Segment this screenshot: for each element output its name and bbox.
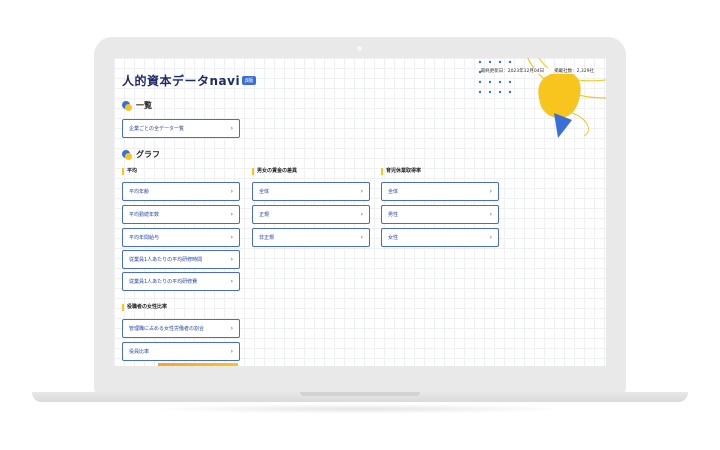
chevron-right-icon: › (360, 188, 363, 195)
circle-dots-icon (122, 100, 132, 111)
screen: 人的資本データnavi β版 最終更新日：2023年12月04日 掲載社数：2,… (114, 58, 606, 366)
avg-training-hours-button[interactable]: 従業員1人あたりの平均研修時間 › (122, 250, 240, 269)
button-label: 平均年間給与 (129, 235, 160, 241)
chevron-right-icon: › (360, 234, 363, 241)
button-label: 女性 (388, 235, 399, 241)
last-updated: 最終更新日：2023年12月04日 (480, 69, 545, 74)
section-list-label: 一覧 (136, 101, 152, 110)
laptop-mockup: 人的資本データnavi β版 最終更新日：2023年12月04日 掲載社数：2,… (0, 0, 720, 450)
button-label: 役員比率 (129, 349, 150, 355)
column-head-average: 平均 (122, 168, 137, 175)
leave-male-button[interactable]: 男性 › (381, 205, 499, 224)
update-meta: 最終更新日：2023年12月04日 掲載社数：2,329社 (480, 68, 594, 74)
wage-regular-button[interactable]: 正規 › (252, 205, 370, 224)
female-officer-ratio-button[interactable]: 役員比率 › (122, 342, 240, 361)
logo-text: 人的資本データnavi (122, 73, 241, 88)
circle-dots-icon (122, 149, 132, 160)
avg-training-cost-button[interactable]: 従業員1人あたりの平均研修費 › (122, 272, 240, 291)
chevron-right-icon: › (230, 234, 233, 241)
camera-dot (357, 46, 362, 51)
button-label: 平均年齢 (129, 189, 150, 195)
button-label: 非正規 (259, 235, 275, 241)
avg-tenure-button[interactable]: 平均勤続年数 › (122, 205, 240, 224)
laptop-notch (300, 392, 420, 396)
column-head-childcare-leave: 育児休業取得率 (381, 168, 421, 175)
chevron-right-icon: › (489, 188, 492, 195)
chevron-right-icon: › (230, 256, 233, 263)
section-list-title: 一覧 (122, 100, 152, 111)
section-graph-label: グラフ (136, 150, 160, 159)
button-label: 管理職に占める女性労働者の割合 (129, 326, 205, 332)
all-data-list-button[interactable]: 企業ごとの全データ一覧 › (122, 119, 240, 138)
footer-accent-bar (158, 363, 238, 366)
avg-salary-button[interactable]: 平均年間給与 › (122, 228, 240, 247)
column-head-wage-gap: 男女の賃金の差異 (252, 168, 297, 175)
chevron-right-icon: › (230, 188, 233, 195)
avg-age-button[interactable]: 平均年齢 › (122, 182, 240, 201)
listed-company-count: 掲載社数：2,329社 (554, 69, 594, 74)
button-label: 平均勤続年数 (129, 212, 160, 218)
button-label: 全体 (259, 189, 270, 195)
leave-female-button[interactable]: 女性 › (381, 228, 499, 247)
chevron-right-icon: › (230, 125, 233, 132)
laptop-shadow (150, 404, 570, 414)
chevron-right-icon: › (230, 348, 233, 355)
button-label: 男性 (388, 212, 399, 218)
chevron-right-icon: › (230, 325, 233, 332)
column-head-female-ratio: 役職者の女性比率 (122, 304, 167, 311)
beta-badge: β版 (242, 75, 257, 85)
wage-nonregular-button[interactable]: 非正規 › (252, 228, 370, 247)
chevron-right-icon: › (489, 211, 492, 218)
chevron-right-icon: › (230, 278, 233, 285)
site-logo[interactable]: 人的資本データnavi β版 (122, 70, 257, 90)
chevron-right-icon: › (489, 234, 492, 241)
chevron-right-icon: › (360, 211, 363, 218)
button-label: 全体 (388, 189, 399, 195)
chevron-right-icon: › (230, 211, 233, 218)
wage-all-button[interactable]: 全体 › (252, 182, 370, 201)
leave-all-button[interactable]: 全体 › (381, 182, 499, 201)
button-label: 企業ごとの全データ一覧 (129, 126, 184, 132)
button-label: 従業員1人あたりの平均研修時間 (129, 257, 203, 263)
button-label: 従業員1人あたりの平均研修費 (129, 279, 198, 285)
female-manager-ratio-button[interactable]: 管理職に占める女性労働者の割合 › (122, 319, 240, 338)
section-graph-title: グラフ (122, 149, 160, 160)
button-label: 正規 (259, 212, 270, 218)
